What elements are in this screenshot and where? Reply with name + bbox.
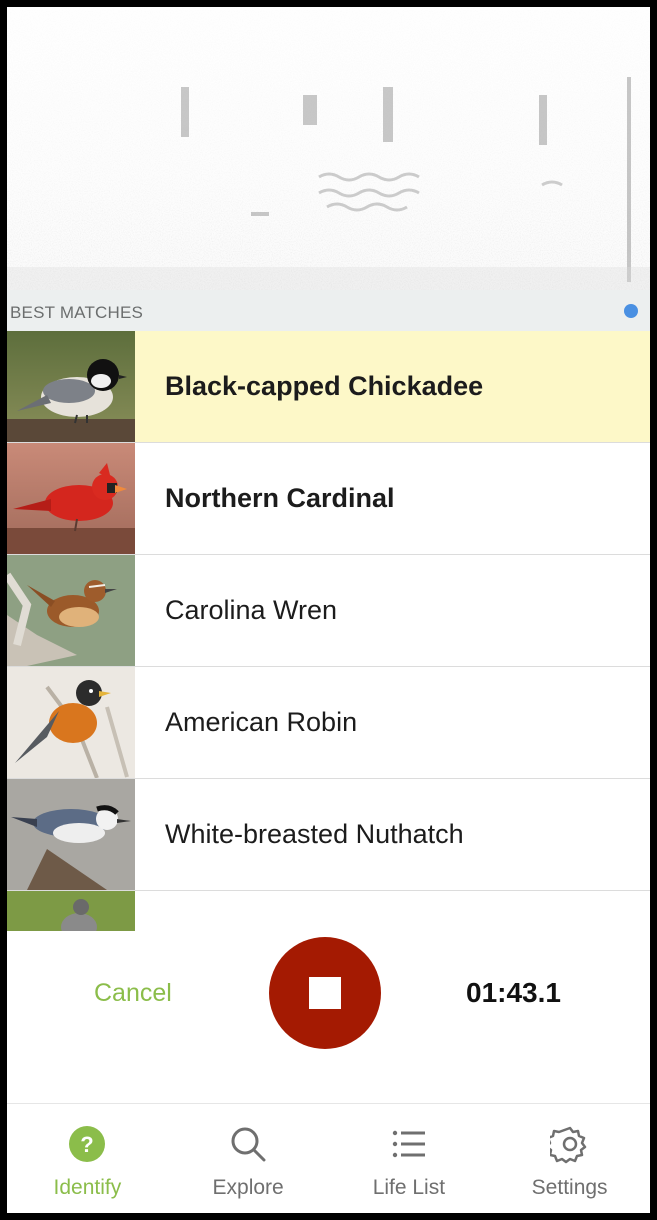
match-row-american-robin[interactable]: American Robin xyxy=(7,667,650,779)
match-name: White-breasted Nuthatch xyxy=(165,819,464,849)
stop-icon xyxy=(309,977,341,1009)
nav-label: Settings xyxy=(531,1176,608,1199)
recording-timer: 01:43.1 xyxy=(466,977,561,1008)
svg-text:?: ? xyxy=(81,1132,94,1157)
bottom-nav: ? Identify Explore Life List Settings xyxy=(7,1103,650,1213)
nav-item-identify[interactable]: ? Identify xyxy=(7,1104,168,1213)
best-matches-label: BEST MATCHES xyxy=(10,302,144,322)
match-list: Black-capped Chickadee Northern Cardinal xyxy=(7,331,650,891)
match-name: Black-capped Chickadee xyxy=(165,371,484,401)
match-name: Carolina Wren xyxy=(165,595,338,625)
nav-label: Life List xyxy=(372,1176,446,1199)
nav-label: Identify xyxy=(53,1176,122,1199)
cancel-button[interactable]: Cancel xyxy=(94,979,172,1008)
partial-match-thumbnail xyxy=(7,891,135,931)
wren-photo xyxy=(7,555,135,666)
stop-recording-button[interactable] xyxy=(269,937,381,1049)
nav-item-settings[interactable]: Settings xyxy=(489,1104,650,1213)
nav-item-life-list[interactable]: Life List xyxy=(329,1104,490,1213)
match-name: Northern Cardinal xyxy=(165,483,395,513)
question-circle-icon: ? xyxy=(67,1124,107,1164)
match-row-white-breasted-nuthatch[interactable]: White-breasted Nuthatch xyxy=(7,779,650,891)
robin-photo xyxy=(7,667,135,778)
spectrogram xyxy=(7,7,650,290)
match-row-black-capped-chickadee[interactable]: Black-capped Chickadee xyxy=(7,331,650,443)
match-row-carolina-wren[interactable]: Carolina Wren xyxy=(7,555,650,667)
cardinal-photo xyxy=(7,443,135,554)
gear-icon xyxy=(549,1124,590,1164)
match-row-northern-cardinal[interactable]: Northern Cardinal xyxy=(7,443,650,555)
app-frame: BEST MATCHES Black-capped Chickadee Nort… xyxy=(0,0,657,1220)
status-indicator-dot xyxy=(624,303,638,318)
match-name: American Robin xyxy=(165,707,358,737)
best-matches-header: BEST MATCHES xyxy=(7,290,650,331)
nav-item-explore[interactable]: Explore xyxy=(168,1104,329,1213)
chickadee-photo xyxy=(7,331,135,442)
nav-label: Explore xyxy=(212,1176,284,1199)
list-icon xyxy=(389,1124,429,1164)
recording-controls: Cancel 01:43.1 xyxy=(7,931,650,1101)
nuthatch-photo xyxy=(7,779,135,890)
search-icon xyxy=(228,1124,268,1164)
